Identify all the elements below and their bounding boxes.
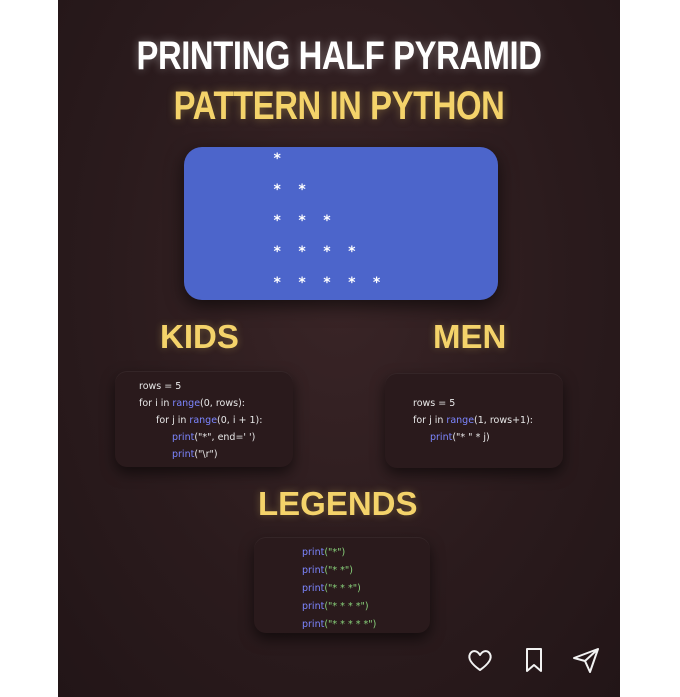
code-line: print("* * *")	[302, 583, 361, 594]
title-line-2: PATTERN IN PYTHON	[173, 84, 505, 128]
share-button[interactable]	[571, 645, 601, 675]
code-line: print("* *")	[302, 565, 353, 576]
bookmark-icon	[526, 648, 542, 672]
code-line: print("* * * *")	[302, 601, 369, 612]
pattern-row: *	[273, 151, 286, 167]
kids-code-box: rows = 5 for i in range(0, rows): for j …	[115, 371, 293, 467]
code-line: rows = 5	[139, 381, 182, 392]
poster: PRINTING HALF PYRAMID PATTERN IN PYTHON …	[58, 0, 620, 697]
pattern-row: * * *	[273, 213, 336, 229]
code-line: for j in range(1, rows+1):	[413, 415, 533, 426]
code-line: for i in range(0, rows):	[139, 398, 245, 409]
heart-icon	[468, 650, 492, 671]
code-line: print("* " * j)	[430, 432, 490, 443]
code-line: for j in range(0, i + 1):	[156, 415, 263, 426]
code-line: print("* * * * *")	[302, 619, 377, 630]
legends-code-box: print("*") print("* *") print("* * *") p…	[254, 537, 430, 633]
code-line: print("*", end=' ')	[172, 432, 256, 443]
men-label: MEN	[433, 318, 507, 355]
save-button[interactable]	[519, 645, 549, 675]
pattern-output-screen: * * * * * * * * * * * * * * *	[184, 147, 498, 300]
men-code-box: rows = 5 for j in range(1, rows+1): prin…	[385, 373, 563, 468]
send-icon	[573, 648, 599, 673]
pattern-row: * *	[273, 182, 311, 198]
like-button[interactable]	[465, 645, 495, 675]
pattern-row: * * * *	[273, 244, 361, 260]
code-line: print("*")	[302, 547, 346, 558]
pattern-row: * * * * *	[273, 275, 385, 291]
legends-label: LEGENDS	[258, 485, 418, 522]
code-line: rows = 5	[413, 398, 456, 409]
kids-label: KIDS	[160, 318, 239, 355]
code-line: print("\r")	[172, 449, 218, 460]
title-line-1: PRINTING HALF PYRAMID	[136, 34, 542, 78]
